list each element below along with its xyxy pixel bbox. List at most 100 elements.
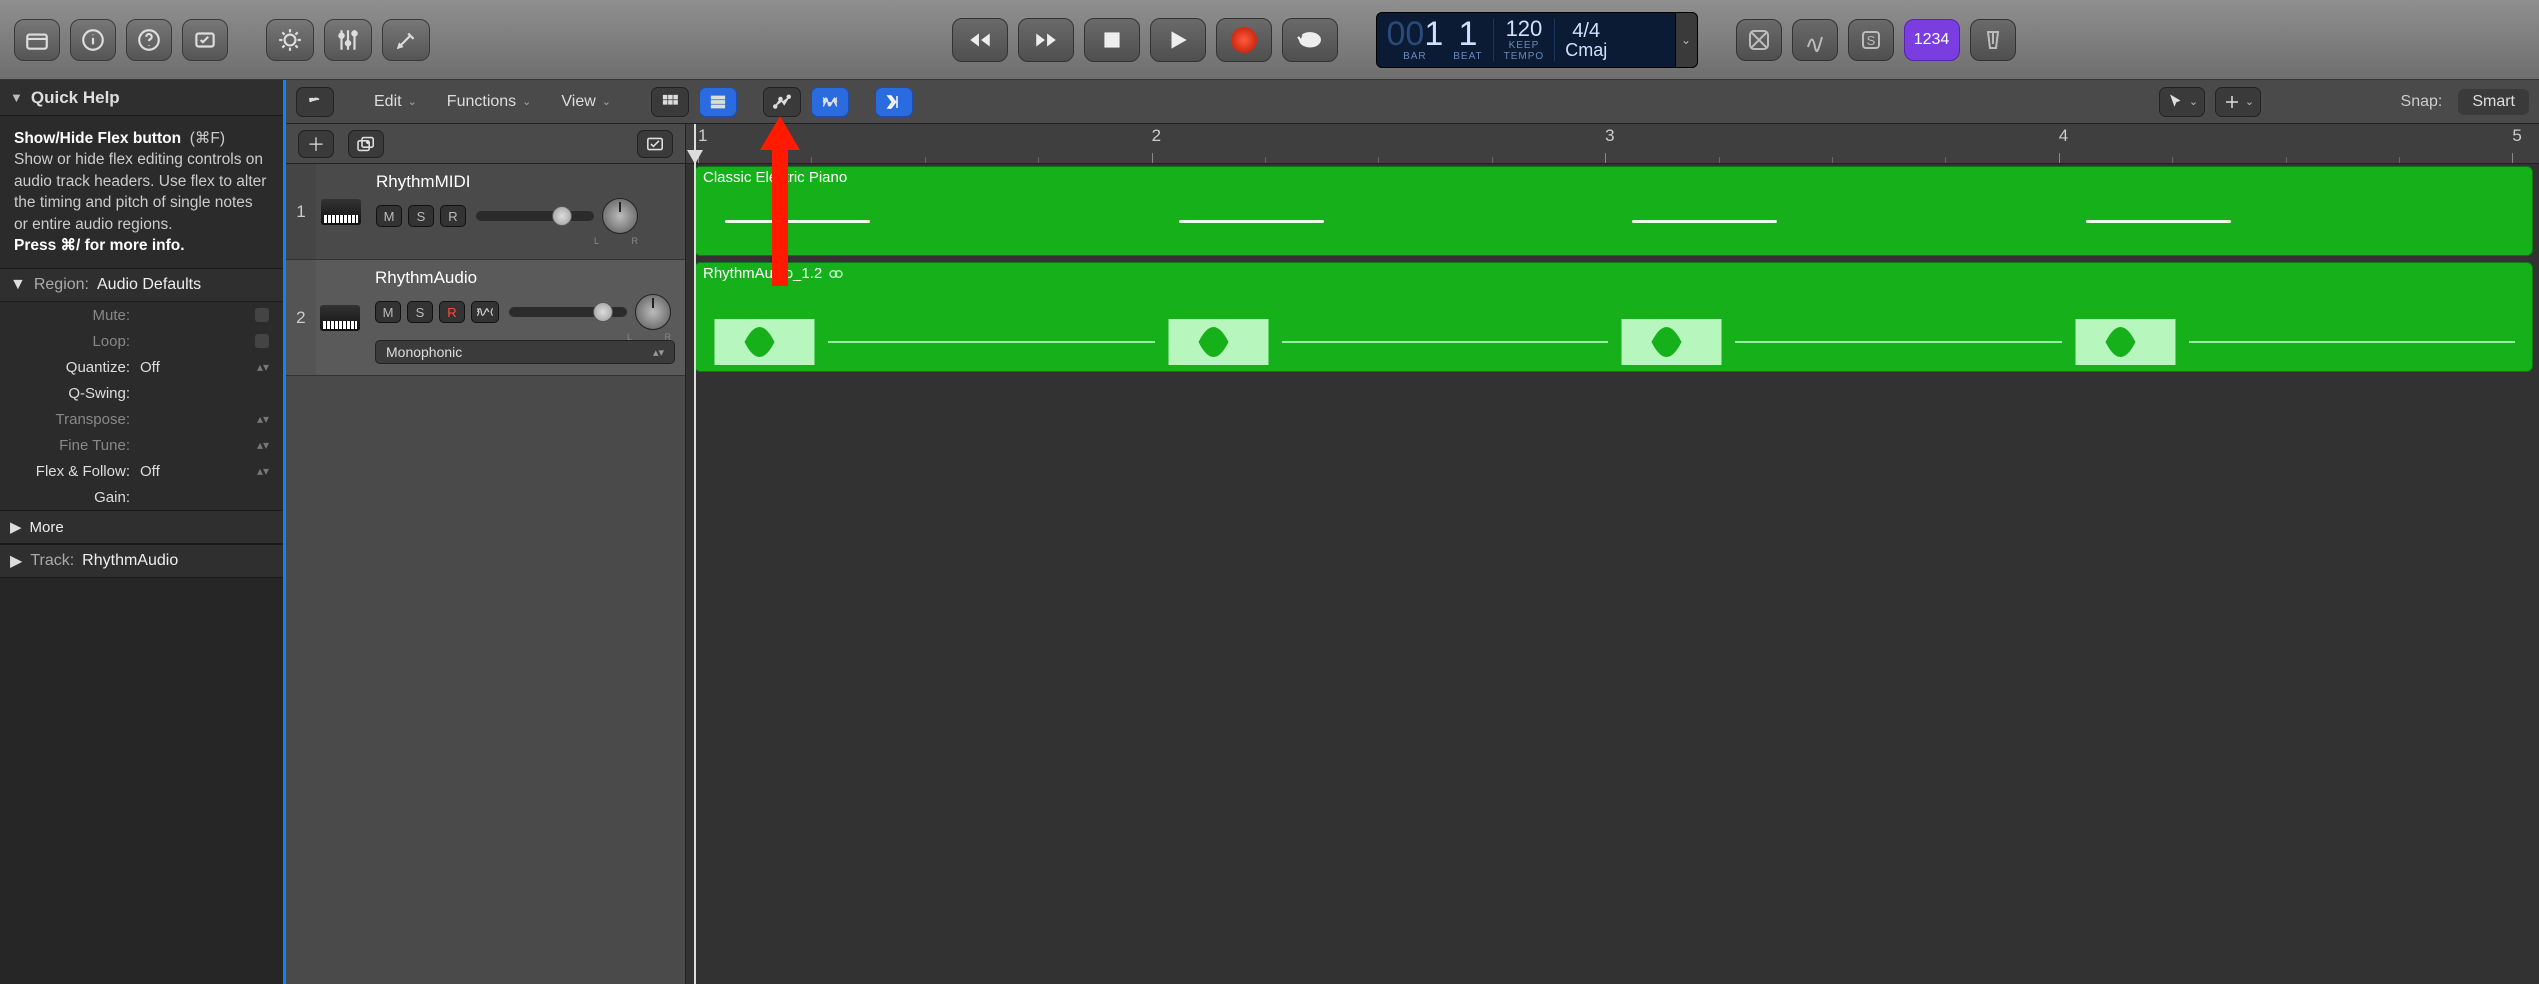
region-more-header[interactable]: ▶ More [0,510,283,544]
ruler-bar-number: 1 [698,126,707,146]
midi-note [725,220,870,223]
transport-cluster [952,18,1338,62]
lcd-tempo-label: TEMPO [1504,51,1545,62]
playhead[interactable] [694,124,696,984]
inspector-button[interactable] [70,19,116,61]
waveform [1608,319,2062,365]
disclosure-triangle-icon: ▶ [10,551,22,571]
track-inspector-header[interactable]: ▶ Track: RhythmAudio [0,544,283,578]
view-menu[interactable]: View⌄ [551,87,621,117]
checkbox[interactable] [255,334,269,348]
stepper-arrows-icon[interactable]: ▴▾ [257,464,269,478]
stop-button[interactable] [1084,18,1140,62]
catch-playhead-button[interactable] [875,87,913,117]
volume-slider[interactable] [476,211,594,221]
record-enable-button[interactable]: R [439,301,465,323]
region-param-row[interactable]: Quantize:Off▴▾ [0,354,283,380]
track-icon[interactable] [316,164,366,259]
rewind-button[interactable] [952,18,1008,62]
lcd-display[interactable]: 001 BAR 1 BEAT 120 KEEP TEMPO 4/4 Cmaj ⌄ [1376,12,1698,68]
region-param-row[interactable]: Transpose:▴▾ [0,406,283,432]
region-param-row[interactable]: Flex & Follow:Off▴▾ [0,458,283,484]
region-param-row[interactable]: Gain: [0,484,283,510]
lcd-key: Cmaj [1565,41,1607,59]
track-name[interactable]: RhythmAudio [375,268,675,288]
list-view-button[interactable] [699,87,737,117]
quick-help-header[interactable]: ▼ Quick Help [0,80,283,116]
solo-button[interactable]: S [408,205,434,227]
play-button[interactable] [1150,18,1206,62]
editors-button[interactable] [382,19,430,61]
toolbar-toggle-button[interactable] [182,19,228,61]
smart-controls-button[interactable] [266,19,314,61]
track-name[interactable]: RhythmMIDI [376,172,675,192]
functions-menu[interactable]: Functions⌄ [437,87,542,117]
midi-note [1632,220,1777,223]
stepper-arrows-icon[interactable]: ▴▾ [257,360,269,374]
mixer-button[interactable] [324,19,372,61]
snap-value[interactable]: Smart [2458,89,2529,115]
pan-knob[interactable] [635,294,671,330]
midi-note [1179,220,1324,223]
regions-area[interactable]: Classic Electric Piano RhythmAudio_1.2 [686,164,2539,984]
flex-icon[interactable] [471,301,499,323]
lcd-bar: 1 [1424,15,1443,53]
stepper-arrows-icon[interactable]: ▴▾ [257,412,269,426]
grid-view-button[interactable] [651,87,689,117]
alt-tool[interactable]: ⌄ [2215,87,2261,117]
disclosure-triangle-icon: ▶ [10,518,22,536]
edit-menu[interactable]: Edit⌄ [364,87,427,117]
track-header[interactable]: 1RhythmMIDIMSRLR [286,164,685,260]
duplicate-track-button[interactable] [348,130,384,158]
back-button[interactable] [296,87,334,117]
midi-region[interactable]: Classic Electric Piano [694,166,2533,256]
disclosure-triangle-icon: ▼ [10,276,26,294]
record-enable-button[interactable]: R [440,205,466,227]
replace-mode-button[interactable] [1736,19,1782,61]
region-param-row[interactable]: Loop: [0,328,283,354]
lcd-sig: 4/4 [1572,21,1600,41]
audio-region[interactable]: RhythmAudio_1.2 [694,262,2533,372]
lcd-popup-button[interactable]: ⌄ [1676,12,1698,68]
region-inspector-header[interactable]: ▼ Region: Audio Defaults [0,268,283,302]
low-latency-button[interactable] [1792,19,1838,61]
tracks-menu-bar: Edit⌄ Functions⌄ View⌄ ⌄ ⌄ Snap: Smart [286,80,2539,124]
flex-button[interactable] [811,87,849,117]
ruler-bar-number: 5 [2512,126,2521,146]
mute-button[interactable]: M [375,301,401,323]
global-tracks-button[interactable] [637,130,673,158]
track-icon[interactable] [316,260,365,375]
disclosure-triangle-icon: ▼ [10,90,23,105]
forward-button[interactable] [1018,18,1074,62]
pan-knob[interactable] [602,198,638,234]
metronome-button[interactable] [1970,19,2016,61]
checkbox[interactable] [255,308,269,322]
record-button[interactable] [1216,18,1272,62]
help-button[interactable] [126,19,172,61]
lcd-tempo: 120 [1506,18,1543,40]
volume-slider[interactable] [509,307,627,317]
mute-button[interactable]: M [376,205,402,227]
solo-button[interactable]: S [407,301,433,323]
region-name: Classic Electric Piano [703,169,847,186]
track-header[interactable]: 2RhythmAudioMSRLRMonophonic▴▾ [286,260,685,376]
region-param-row[interactable]: Fine Tune:▴▾ [0,432,283,458]
cycle-button[interactable] [1282,18,1338,62]
inspector-sidebar: ▼ Quick Help Show/Hide Flex button (⌘F) … [0,80,286,984]
track-header-column: ＋ 1RhythmMIDIMSRLR2RhythmAudioMSRLRMonop… [286,124,686,984]
solo-button[interactable]: S [1848,19,1894,61]
ruler-bar-number: 2 [1152,126,1161,146]
top-toolbar: 001 BAR 1 BEAT 120 KEEP TEMPO 4/4 Cmaj ⌄ [0,0,2539,80]
library-button[interactable] [14,19,60,61]
pointer-tool[interactable]: ⌄ [2159,87,2205,117]
count-in-button[interactable]: 1234 [1904,19,1960,61]
add-track-button[interactable]: ＋ [298,130,334,158]
stepper-arrows-icon[interactable]: ▴▾ [257,438,269,452]
flex-mode-select[interactable]: Monophonic▴▾ [375,340,675,364]
region-param-row[interactable]: Mute: [0,302,283,328]
timeline-area[interactable]: 12345 Classic Electric PianoRhythmAudio_… [686,124,2539,984]
waveform [1155,319,1609,365]
bar-ruler[interactable]: 12345 [686,124,2539,164]
automation-button[interactable] [763,87,801,117]
region-param-row[interactable]: Q-Swing: [0,380,283,406]
